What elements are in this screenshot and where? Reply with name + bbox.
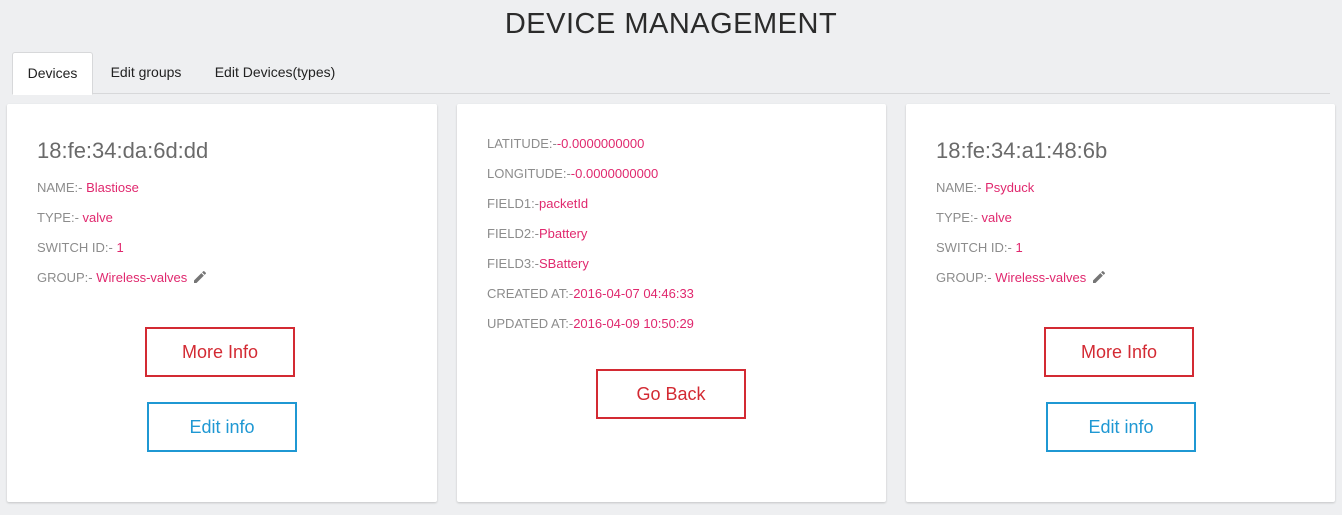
switch-id-row: SWITCH ID:- 1 (37, 240, 124, 255)
tab-edit-groups[interactable]: Edit groups (100, 52, 192, 94)
device-type-row: TYPE:- valve (37, 210, 113, 225)
switch-id-label: SWITCH ID:- (936, 240, 1012, 255)
latitude-label: LATITUDE:- (487, 136, 557, 151)
created-at-row: CREATED AT:-2016-04-07 04:46:33 (487, 286, 694, 301)
more-info-button[interactable]: More Info (145, 327, 295, 377)
go-back-button[interactable]: Go Back (596, 369, 746, 419)
tab-bar: Devices Edit groups Edit Devices(types) (12, 52, 1330, 95)
device-mac-address: 18:fe:34:a1:48:6b (936, 138, 1108, 163)
device-type-row: TYPE:- valve (936, 210, 1012, 225)
field2-row: FIELD2:-Pbattery (487, 226, 587, 241)
device-mac-address: 18:fe:34:da:6d:dd (37, 138, 209, 163)
longitude-label: LONGITUDE:- (487, 166, 571, 181)
field1-row: FIELD1:-packetId (487, 196, 588, 211)
switch-id-value: 1 (112, 240, 124, 255)
group-label: GROUP:- (936, 270, 992, 285)
latitude-value: -0.0000000000 (556, 136, 645, 151)
field3-label: FIELD3:- (487, 256, 540, 271)
device-name-row: NAME:- Blastiose (37, 180, 139, 195)
more-info-button[interactable]: More Info (1044, 327, 1194, 377)
type-value: valve (977, 210, 1012, 225)
device-name-row: NAME:- Psyduck (936, 180, 1034, 195)
name-value: Psyduck (981, 180, 1035, 195)
device-card-right: 18:fe:34:a1:48:6b NAME:- Psyduck TYPE:- … (906, 104, 1335, 502)
updated-at-label: UPDATED AT:- (487, 316, 574, 331)
field1-label: FIELD1:- (487, 196, 540, 211)
longitude-value: -0.0000000000 (570, 166, 659, 181)
name-value: Blastiose (82, 180, 139, 195)
updated-at-value: 2016-04-09 10:50:29 (573, 316, 694, 331)
updated-at-row: UPDATED AT:-2016-04-09 10:50:29 (487, 316, 694, 331)
group-value: Wireless-valves (991, 270, 1087, 285)
device-card-left: 18:fe:34:da:6d:dd NAME:- Blastiose TYPE:… (7, 104, 437, 502)
type-label: TYPE:- (936, 210, 978, 225)
group-row: GROUP:- Wireless-valves (936, 269, 1107, 285)
tab-edit-device-types[interactable]: Edit Devices(types) (206, 52, 344, 94)
tab-devices[interactable]: Devices (12, 52, 93, 95)
field3-row: FIELD3:-SBattery (487, 256, 589, 271)
group-label: GROUP:- (37, 270, 93, 285)
group-row: GROUP:- Wireless-valves (37, 269, 208, 285)
page-title: DEVICE MANAGEMENT (504, 8, 838, 40)
field1-value: packetId (539, 196, 589, 211)
group-value: Wireless-valves (92, 270, 188, 285)
type-label: TYPE:- (37, 210, 79, 225)
field2-label: FIELD2:- (487, 226, 540, 241)
name-label: NAME:- (936, 180, 982, 195)
edit-info-button[interactable]: Edit info (1046, 402, 1196, 452)
field2-value: Pbattery (539, 226, 588, 241)
pencil-icon[interactable] (1091, 269, 1107, 285)
created-at-label: CREATED AT:- (487, 286, 574, 301)
device-details-card: LATITUDE:--0.0000000000 LONGITUDE:--0.00… (457, 104, 886, 502)
latitude-row: LATITUDE:--0.0000000000 (487, 136, 644, 151)
field3-value: SBattery (539, 256, 589, 271)
name-label: NAME:- (37, 180, 83, 195)
pencil-icon[interactable] (192, 269, 208, 285)
created-at-value: 2016-04-07 04:46:33 (573, 286, 694, 301)
longitude-row: LONGITUDE:--0.0000000000 (487, 166, 658, 181)
edit-info-button[interactable]: Edit info (147, 402, 297, 452)
switch-id-label: SWITCH ID:- (37, 240, 113, 255)
switch-id-value: 1 (1011, 240, 1023, 255)
switch-id-row: SWITCH ID:- 1 (936, 240, 1023, 255)
type-value: valve (78, 210, 113, 225)
